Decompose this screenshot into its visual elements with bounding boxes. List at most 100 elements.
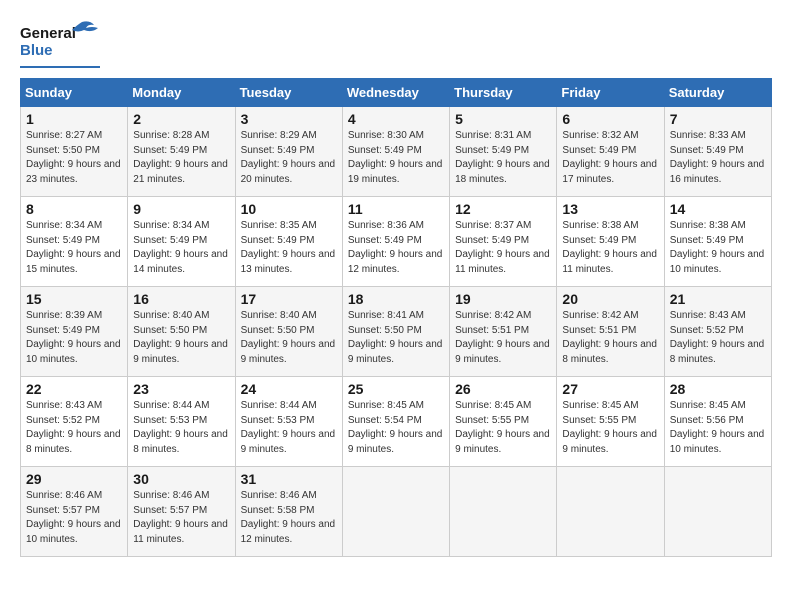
day-info: Sunrise: 8:43 AMSunset: 5:52 PMDaylight:… bbox=[26, 399, 122, 457]
day-number: 31 bbox=[241, 471, 337, 487]
day-number: 1 bbox=[26, 111, 122, 127]
calendar-cell: 3 Sunrise: 8:29 AMSunset: 5:49 PMDaylight… bbox=[235, 107, 342, 197]
day-info: Sunrise: 8:30 AMSunset: 5:49 PMDaylight:… bbox=[348, 129, 444, 187]
calendar-cell bbox=[450, 467, 557, 557]
day-info: Sunrise: 8:35 AMSunset: 5:49 PMDaylight:… bbox=[241, 219, 337, 277]
day-number: 2 bbox=[133, 111, 229, 127]
day-info: Sunrise: 8:34 AMSunset: 5:49 PMDaylight:… bbox=[26, 219, 122, 277]
day-info: Sunrise: 8:44 AMSunset: 5:53 PMDaylight:… bbox=[241, 399, 337, 457]
day-info: Sunrise: 8:45 AMSunset: 5:55 PMDaylight:… bbox=[562, 399, 658, 457]
calendar-cell: 19 Sunrise: 8:42 AMSunset: 5:51 PMDayligh… bbox=[450, 287, 557, 377]
logo: General Blue bbox=[20, 20, 100, 68]
calendar-cell: 30 Sunrise: 8:46 AMSunset: 5:57 PMDayligh… bbox=[128, 467, 235, 557]
day-info: Sunrise: 8:28 AMSunset: 5:49 PMDaylight:… bbox=[133, 129, 229, 187]
day-number: 14 bbox=[670, 201, 766, 217]
calendar-row: 22 Sunrise: 8:43 AMSunset: 5:52 PMDayligh… bbox=[21, 377, 772, 467]
calendar-cell: 12 Sunrise: 8:37 AMSunset: 5:49 PMDayligh… bbox=[450, 197, 557, 287]
day-number: 21 bbox=[670, 291, 766, 307]
calendar-cell: 11Sunrise: 8:36 AMSunset: 5:49 PMDayligh… bbox=[342, 197, 449, 287]
day-info: Sunrise: 8:40 AMSunset: 5:50 PMDaylight:… bbox=[133, 309, 229, 367]
calendar-cell: 27 Sunrise: 8:45 AMSunset: 5:55 PMDayligh… bbox=[557, 377, 664, 467]
calendar-table: SundayMondayTuesdayWednesdayThursdayFrid… bbox=[20, 78, 772, 557]
day-number: 5 bbox=[455, 111, 551, 127]
day-info: Sunrise: 8:43 AMSunset: 5:52 PMDaylight:… bbox=[670, 309, 766, 367]
day-number: 10 bbox=[241, 201, 337, 217]
day-info: Sunrise: 8:42 AMSunset: 5:51 PMDaylight:… bbox=[455, 309, 551, 367]
calendar-cell: 26 Sunrise: 8:45 AMSunset: 5:55 PMDayligh… bbox=[450, 377, 557, 467]
day-info: Sunrise: 8:31 AMSunset: 5:49 PMDaylight:… bbox=[455, 129, 551, 187]
calendar-row: 29 Sunrise: 8:46 AMSunset: 5:57 PMDayligh… bbox=[21, 467, 772, 557]
calendar-cell bbox=[664, 467, 771, 557]
calendar-cell: 18 Sunrise: 8:41 AMSunset: 5:50 PMDayligh… bbox=[342, 287, 449, 377]
calendar-cell: 10 Sunrise: 8:35 AMSunset: 5:49 PMDayligh… bbox=[235, 197, 342, 287]
calendar-cell: 29Sunrise: 8:46 AMSunset: 5:57 PMDayligh… bbox=[21, 467, 128, 557]
day-info: Sunrise: 8:45 AMSunset: 5:54 PMDaylight:… bbox=[348, 399, 444, 457]
day-info: Sunrise: 8:38 AMSunset: 5:49 PMDaylight:… bbox=[562, 219, 658, 277]
calendar-cell: 4 Sunrise: 8:30 AMSunset: 5:49 PMDaylight… bbox=[342, 107, 449, 197]
day-number: 16 bbox=[133, 291, 229, 307]
calendar-cell: 7Sunrise: 8:33 AMSunset: 5:49 PMDaylight… bbox=[664, 107, 771, 197]
day-number: 19 bbox=[455, 291, 551, 307]
day-number: 25 bbox=[348, 381, 444, 397]
day-info: Sunrise: 8:38 AMSunset: 5:49 PMDaylight:… bbox=[670, 219, 766, 277]
day-number: 12 bbox=[455, 201, 551, 217]
calendar-cell: 1 Sunrise: 8:27 AMSunset: 5:50 PMDaylight… bbox=[21, 107, 128, 197]
calendar-cell: 2 Sunrise: 8:28 AMSunset: 5:49 PMDaylight… bbox=[128, 107, 235, 197]
day-number: 4 bbox=[348, 111, 444, 127]
calendar-cell: 22 Sunrise: 8:43 AMSunset: 5:52 PMDayligh… bbox=[21, 377, 128, 467]
calendar-cell: 23Sunrise: 8:44 AMSunset: 5:53 PMDayligh… bbox=[128, 377, 235, 467]
day-number: 28 bbox=[670, 381, 766, 397]
day-number: 18 bbox=[348, 291, 444, 307]
day-info: Sunrise: 8:42 AMSunset: 5:51 PMDaylight:… bbox=[562, 309, 658, 367]
day-number: 27 bbox=[562, 381, 658, 397]
day-number: 3 bbox=[241, 111, 337, 127]
calendar-cell bbox=[342, 467, 449, 557]
calendar-cell: 8 Sunrise: 8:34 AMSunset: 5:49 PMDaylight… bbox=[21, 197, 128, 287]
day-info: Sunrise: 8:40 AMSunset: 5:50 PMDaylight:… bbox=[241, 309, 337, 367]
calendar-cell: 21 Sunrise: 8:43 AMSunset: 5:52 PMDayligh… bbox=[664, 287, 771, 377]
header-thursday: Thursday bbox=[450, 79, 557, 107]
day-info: Sunrise: 8:41 AMSunset: 5:50 PMDaylight:… bbox=[348, 309, 444, 367]
calendar-row: 15 Sunrise: 8:39 AMSunset: 5:49 PMDayligh… bbox=[21, 287, 772, 377]
calendar-cell: 16 Sunrise: 8:40 AMSunset: 5:50 PMDayligh… bbox=[128, 287, 235, 377]
day-info: Sunrise: 8:33 AMSunset: 5:49 PMDaylight:… bbox=[670, 129, 766, 187]
calendar-cell: 24Sunrise: 8:44 AMSunset: 5:53 PMDayligh… bbox=[235, 377, 342, 467]
day-number: 20 bbox=[562, 291, 658, 307]
day-info: Sunrise: 8:34 AMSunset: 5:49 PMDaylight:… bbox=[133, 219, 229, 277]
day-number: 15 bbox=[26, 291, 122, 307]
calendar-cell: 20 Sunrise: 8:42 AMSunset: 5:51 PMDayligh… bbox=[557, 287, 664, 377]
day-info: Sunrise: 8:29 AMSunset: 5:49 PMDaylight:… bbox=[241, 129, 337, 187]
calendar-row: 1 Sunrise: 8:27 AMSunset: 5:50 PMDaylight… bbox=[21, 107, 772, 197]
calendar-cell: 15 Sunrise: 8:39 AMSunset: 5:49 PMDayligh… bbox=[21, 287, 128, 377]
day-number: 8 bbox=[26, 201, 122, 217]
day-number: 29 bbox=[26, 471, 122, 487]
day-info: Sunrise: 8:37 AMSunset: 5:49 PMDaylight:… bbox=[455, 219, 551, 277]
calendar-cell: 28 Sunrise: 8:45 AMSunset: 5:56 PMDayligh… bbox=[664, 377, 771, 467]
calendar-cell: 25 Sunrise: 8:45 AMSunset: 5:54 PMDayligh… bbox=[342, 377, 449, 467]
calendar-cell: 31 Sunrise: 8:46 AMSunset: 5:58 PMDayligh… bbox=[235, 467, 342, 557]
day-number: 22 bbox=[26, 381, 122, 397]
day-number: 23 bbox=[133, 381, 229, 397]
header-saturday: Saturday bbox=[664, 79, 771, 107]
svg-text:Blue: Blue bbox=[20, 42, 53, 59]
calendar-cell: 9 Sunrise: 8:34 AMSunset: 5:49 PMDaylight… bbox=[128, 197, 235, 287]
day-number: 30 bbox=[133, 471, 229, 487]
calendar-row: 8 Sunrise: 8:34 AMSunset: 5:49 PMDaylight… bbox=[21, 197, 772, 287]
day-info: Sunrise: 8:27 AMSunset: 5:50 PMDaylight:… bbox=[26, 129, 122, 187]
calendar-cell: 5 Sunrise: 8:31 AMSunset: 5:49 PMDaylight… bbox=[450, 107, 557, 197]
day-info: Sunrise: 8:36 AMSunset: 5:49 PMDaylight:… bbox=[348, 219, 444, 277]
day-number: 26 bbox=[455, 381, 551, 397]
day-info: Sunrise: 8:46 AMSunset: 5:57 PMDaylight:… bbox=[133, 489, 229, 547]
header-sunday: Sunday bbox=[21, 79, 128, 107]
calendar-cell: 6Sunrise: 8:32 AMSunset: 5:49 PMDaylight… bbox=[557, 107, 664, 197]
day-number: 9 bbox=[133, 201, 229, 217]
day-info: Sunrise: 8:45 AMSunset: 5:55 PMDaylight:… bbox=[455, 399, 551, 457]
header-wednesday: Wednesday bbox=[342, 79, 449, 107]
day-info: Sunrise: 8:39 AMSunset: 5:49 PMDaylight:… bbox=[26, 309, 122, 367]
svg-text:General: General bbox=[20, 25, 76, 42]
header-monday: Monday bbox=[128, 79, 235, 107]
day-info: Sunrise: 8:46 AMSunset: 5:58 PMDaylight:… bbox=[241, 489, 337, 547]
day-number: 13 bbox=[562, 201, 658, 217]
day-number: 6 bbox=[562, 111, 658, 127]
day-info: Sunrise: 8:45 AMSunset: 5:56 PMDaylight:… bbox=[670, 399, 766, 457]
